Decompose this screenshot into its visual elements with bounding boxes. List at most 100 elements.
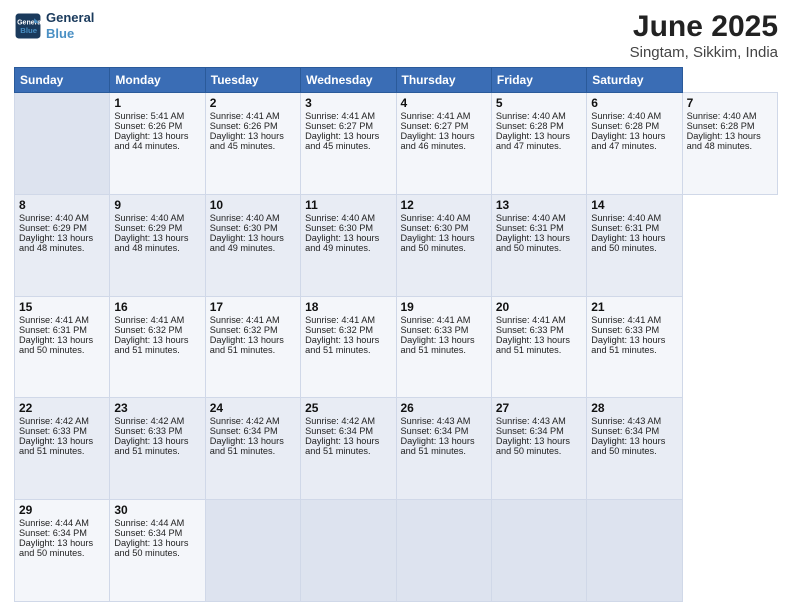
calendar-cell: [491, 500, 586, 602]
day-number: 6: [591, 96, 677, 110]
calendar-cell: 16Sunrise: 4:41 AMSunset: 6:32 PMDayligh…: [110, 296, 205, 398]
day-info: Sunrise: 4:41 AMSunset: 6:26 PMDaylight:…: [210, 111, 284, 151]
day-info: Sunrise: 4:41 AMSunset: 6:33 PMDaylight:…: [496, 315, 570, 355]
day-info: Sunrise: 4:44 AMSunset: 6:34 PMDaylight:…: [19, 518, 93, 558]
day-info: Sunrise: 4:43 AMSunset: 6:34 PMDaylight:…: [496, 416, 570, 456]
page: General Blue General Blue June 2025 Sing…: [0, 0, 792, 612]
calendar-cell: 23Sunrise: 4:42 AMSunset: 6:33 PMDayligh…: [110, 398, 205, 500]
calendar-cell: 29Sunrise: 4:44 AMSunset: 6:34 PMDayligh…: [15, 500, 110, 602]
main-title: June 2025: [630, 10, 778, 44]
day-number: 7: [687, 96, 773, 110]
day-number: 29: [19, 503, 105, 517]
calendar-cell: 13Sunrise: 4:40 AMSunset: 6:31 PMDayligh…: [491, 194, 586, 296]
calendar-cell: 24Sunrise: 4:42 AMSunset: 6:34 PMDayligh…: [205, 398, 300, 500]
day-info: Sunrise: 4:43 AMSunset: 6:34 PMDaylight:…: [401, 416, 475, 456]
calendar-cell: 25Sunrise: 4:42 AMSunset: 6:34 PMDayligh…: [301, 398, 396, 500]
calendar-cell: 6Sunrise: 4:40 AMSunset: 6:28 PMDaylight…: [587, 93, 682, 195]
day-info: Sunrise: 4:40 AMSunset: 6:30 PMDaylight:…: [305, 213, 379, 253]
calendar-cell: 8Sunrise: 4:40 AMSunset: 6:29 PMDaylight…: [15, 194, 110, 296]
day-info: Sunrise: 4:40 AMSunset: 6:29 PMDaylight:…: [19, 213, 93, 253]
calendar-cell: 21Sunrise: 4:41 AMSunset: 6:33 PMDayligh…: [587, 296, 682, 398]
day-info: Sunrise: 4:41 AMSunset: 6:32 PMDaylight:…: [114, 315, 188, 355]
day-number: 19: [401, 300, 487, 314]
day-info: Sunrise: 4:40 AMSunset: 6:31 PMDaylight:…: [496, 213, 570, 253]
day-number: 12: [401, 198, 487, 212]
calendar-cell: 12Sunrise: 4:40 AMSunset: 6:30 PMDayligh…: [396, 194, 491, 296]
day-info: Sunrise: 4:42 AMSunset: 6:33 PMDaylight:…: [114, 416, 188, 456]
calendar-cell: 4Sunrise: 4:41 AMSunset: 6:27 PMDaylight…: [396, 93, 491, 195]
day-info: Sunrise: 4:44 AMSunset: 6:34 PMDaylight:…: [114, 518, 188, 558]
day-info: Sunrise: 4:42 AMSunset: 6:33 PMDaylight:…: [19, 416, 93, 456]
day-number: 18: [305, 300, 391, 314]
calendar-cell: 1Sunrise: 5:41 AMSunset: 6:26 PMDaylight…: [110, 93, 205, 195]
calendar-week-2: 15Sunrise: 4:41 AMSunset: 6:31 PMDayligh…: [15, 296, 778, 398]
day-info: Sunrise: 4:40 AMSunset: 6:28 PMDaylight:…: [496, 111, 570, 151]
logo-icon: General Blue: [14, 12, 42, 40]
day-number: 27: [496, 401, 582, 415]
day-number: 17: [210, 300, 296, 314]
calendar-cell: 2Sunrise: 4:41 AMSunset: 6:26 PMDaylight…: [205, 93, 300, 195]
calendar-cell: 14Sunrise: 4:40 AMSunset: 6:31 PMDayligh…: [587, 194, 682, 296]
day-number: 30: [114, 503, 200, 517]
day-info: Sunrise: 4:41 AMSunset: 6:31 PMDaylight:…: [19, 315, 93, 355]
day-info: Sunrise: 5:41 AMSunset: 6:26 PMDaylight:…: [114, 111, 188, 151]
calendar-week-4: 29Sunrise: 4:44 AMSunset: 6:34 PMDayligh…: [15, 500, 778, 602]
calendar-cell: 11Sunrise: 4:40 AMSunset: 6:30 PMDayligh…: [301, 194, 396, 296]
day-number: 8: [19, 198, 105, 212]
day-number: 23: [114, 401, 200, 415]
day-info: Sunrise: 4:40 AMSunset: 6:28 PMDaylight:…: [687, 111, 761, 151]
calendar-cell: [396, 500, 491, 602]
day-number: 1: [114, 96, 200, 110]
calendar-cell: [587, 500, 682, 602]
svg-text:Blue: Blue: [20, 26, 38, 35]
calendar-cell: 15Sunrise: 4:41 AMSunset: 6:31 PMDayligh…: [15, 296, 110, 398]
calendar-cell: 28Sunrise: 4:43 AMSunset: 6:34 PMDayligh…: [587, 398, 682, 500]
calendar-cell: 10Sunrise: 4:40 AMSunset: 6:30 PMDayligh…: [205, 194, 300, 296]
day-number: 24: [210, 401, 296, 415]
col-header-thursday: Thursday: [396, 68, 491, 93]
day-info: Sunrise: 4:40 AMSunset: 6:30 PMDaylight:…: [210, 213, 284, 253]
calendar-cell: [301, 500, 396, 602]
day-number: 10: [210, 198, 296, 212]
calendar-header-row: SundayMondayTuesdayWednesdayThursdayFrid…: [15, 68, 778, 93]
day-info: Sunrise: 4:41 AMSunset: 6:27 PMDaylight:…: [401, 111, 475, 151]
day-info: Sunrise: 4:40 AMSunset: 6:31 PMDaylight:…: [591, 213, 665, 253]
day-number: 25: [305, 401, 391, 415]
calendar-cell: 17Sunrise: 4:41 AMSunset: 6:32 PMDayligh…: [205, 296, 300, 398]
day-info: Sunrise: 4:40 AMSunset: 6:29 PMDaylight:…: [114, 213, 188, 253]
day-info: Sunrise: 4:42 AMSunset: 6:34 PMDaylight:…: [305, 416, 379, 456]
day-number: 20: [496, 300, 582, 314]
col-header-tuesday: Tuesday: [205, 68, 300, 93]
calendar-cell: 20Sunrise: 4:41 AMSunset: 6:33 PMDayligh…: [491, 296, 586, 398]
subtitle: Singtam, Sikkim, India: [630, 44, 778, 61]
day-number: 5: [496, 96, 582, 110]
col-header-monday: Monday: [110, 68, 205, 93]
day-info: Sunrise: 4:42 AMSunset: 6:34 PMDaylight:…: [210, 416, 284, 456]
day-info: Sunrise: 4:43 AMSunset: 6:34 PMDaylight:…: [591, 416, 665, 456]
calendar-cell: 26Sunrise: 4:43 AMSunset: 6:34 PMDayligh…: [396, 398, 491, 500]
day-info: Sunrise: 4:41 AMSunset: 6:33 PMDaylight:…: [401, 315, 475, 355]
day-info: Sunrise: 4:41 AMSunset: 6:32 PMDaylight:…: [305, 315, 379, 355]
calendar-cell: 18Sunrise: 4:41 AMSunset: 6:32 PMDayligh…: [301, 296, 396, 398]
day-number: 13: [496, 198, 582, 212]
title-block: June 2025 Singtam, Sikkim, India: [630, 10, 778, 61]
day-number: 11: [305, 198, 391, 212]
logo-text: General Blue: [46, 10, 94, 41]
day-number: 4: [401, 96, 487, 110]
day-number: 3: [305, 96, 391, 110]
calendar-cell: 7Sunrise: 4:40 AMSunset: 6:28 PMDaylight…: [682, 93, 777, 195]
header: General Blue General Blue June 2025 Sing…: [14, 10, 778, 61]
calendar: SundayMondayTuesdayWednesdayThursdayFrid…: [14, 67, 778, 602]
day-number: 14: [591, 198, 677, 212]
calendar-cell: [15, 93, 110, 195]
calendar-cell: 3Sunrise: 4:41 AMSunset: 6:27 PMDaylight…: [301, 93, 396, 195]
calendar-cell: 5Sunrise: 4:40 AMSunset: 6:28 PMDaylight…: [491, 93, 586, 195]
col-header-wednesday: Wednesday: [301, 68, 396, 93]
calendar-cell: 9Sunrise: 4:40 AMSunset: 6:29 PMDaylight…: [110, 194, 205, 296]
calendar-week-3: 22Sunrise: 4:42 AMSunset: 6:33 PMDayligh…: [15, 398, 778, 500]
logo: General Blue General Blue: [14, 10, 94, 41]
calendar-cell: 19Sunrise: 4:41 AMSunset: 6:33 PMDayligh…: [396, 296, 491, 398]
day-number: 15: [19, 300, 105, 314]
day-info: Sunrise: 4:40 AMSunset: 6:28 PMDaylight:…: [591, 111, 665, 151]
calendar-week-1: 8Sunrise: 4:40 AMSunset: 6:29 PMDaylight…: [15, 194, 778, 296]
